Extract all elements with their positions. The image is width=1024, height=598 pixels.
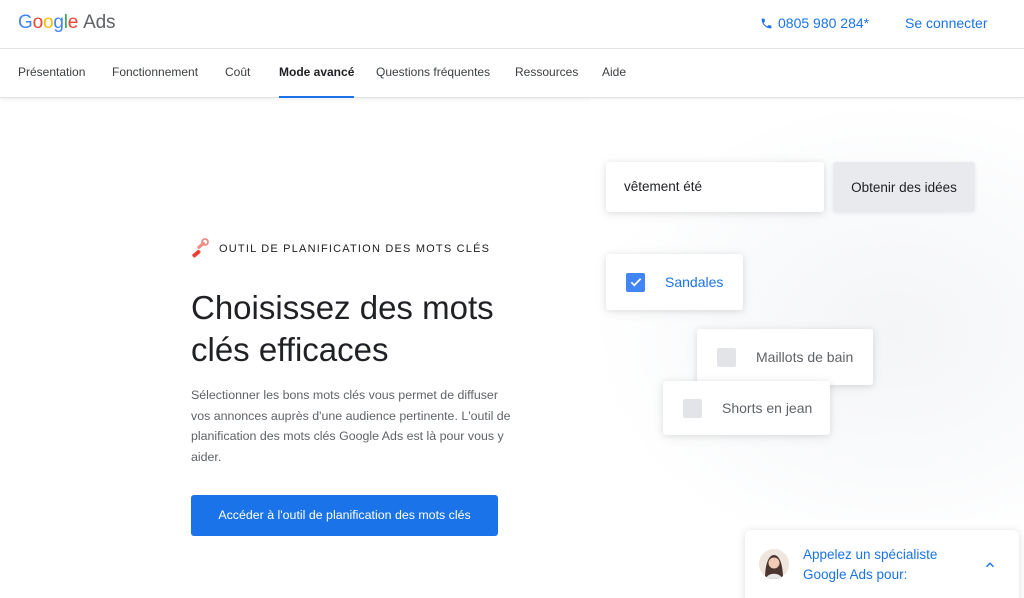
phone-number: 0805 980 284* <box>778 15 870 31</box>
phone-link[interactable]: 0805 980 284* <box>760 15 869 31</box>
sign-in-link[interactable]: Se connecter <box>905 15 988 31</box>
nav-item-mode-avance[interactable]: Mode avancé <box>279 49 355 98</box>
google-ads-logo[interactable]: Google Ads <box>18 12 115 34</box>
chevron-up-icon[interactable] <box>983 558 997 572</box>
get-ideas-button[interactable]: Obtenir des idées <box>833 162 975 212</box>
page-title-line1: Choisissez des mots <box>191 289 494 326</box>
logo-letter: e <box>67 12 79 33</box>
top-bar: Google Ads 0805 980 284* Se connecter <box>0 0 1024 49</box>
avatar <box>759 549 789 579</box>
keyword-label: Sandales <box>665 274 724 290</box>
keyword-card-maillots[interactable]: Maillots de bain <box>697 329 873 385</box>
chat-text: Appelez un spécialiste Google Ads pour: <box>803 545 963 585</box>
phone-icon <box>761 18 772 28</box>
logo-letter: o <box>32 12 44 33</box>
keyword-input[interactable] <box>606 162 824 212</box>
page-title-line2: clés efficaces <box>191 331 389 368</box>
eyebrow-text: OUTIL DE PLANIFICATION DES MOTS CLÉS <box>219 243 491 255</box>
keyword-checkbox[interactable] <box>626 272 645 292</box>
keyword-planner-button[interactable]: Accéder à l'outil de planification des m… <box>191 495 498 536</box>
nav-item-presentation[interactable]: Présentation <box>18 49 85 98</box>
nav-item-cout[interactable]: Coût <box>225 49 250 98</box>
keyword-checkbox[interactable] <box>683 398 702 418</box>
page-title: Choisissez des mots clés efficaces <box>191 287 551 371</box>
checkmark-icon <box>630 278 641 287</box>
logo-letter: o <box>42 12 54 33</box>
specialist-chat-widget[interactable]: Appelez un spécialiste Google Ads pour: <box>745 530 1019 598</box>
keyword-label: Shorts en jean <box>722 400 813 416</box>
chat-line2: Google Ads pour: <box>803 567 908 582</box>
logo-ads-text: Ads <box>83 12 116 33</box>
nav-item-questions-frequentes[interactable]: Questions fréquentes <box>376 49 490 98</box>
hero-description: Sélectionner les bons mots clés vous per… <box>191 388 511 464</box>
keyword-label: Maillots de bain <box>756 349 854 365</box>
section-eyebrow: OUTIL DE PLANIFICATION DES MOTS CLÉS <box>191 238 490 260</box>
logo-letter: g <box>53 12 64 33</box>
main-nav: Présentation Fonctionnement Coût Mode av… <box>0 49 1024 98</box>
keyword-card-shorts[interactable]: Shorts en jean <box>663 381 830 435</box>
logo-letter: G <box>18 12 33 33</box>
nav-item-aide[interactable]: Aide <box>602 49 626 98</box>
nav-item-ressources[interactable]: Ressources <box>515 49 578 98</box>
keyword-checkbox[interactable] <box>717 347 736 367</box>
keyword-card-sandales[interactable]: Sandales <box>606 254 743 310</box>
chat-line1: Appelez un spécialiste <box>803 547 938 562</box>
nav-item-fonctionnement[interactable]: Fonctionnement <box>112 49 198 98</box>
wrench-icon <box>192 238 209 258</box>
